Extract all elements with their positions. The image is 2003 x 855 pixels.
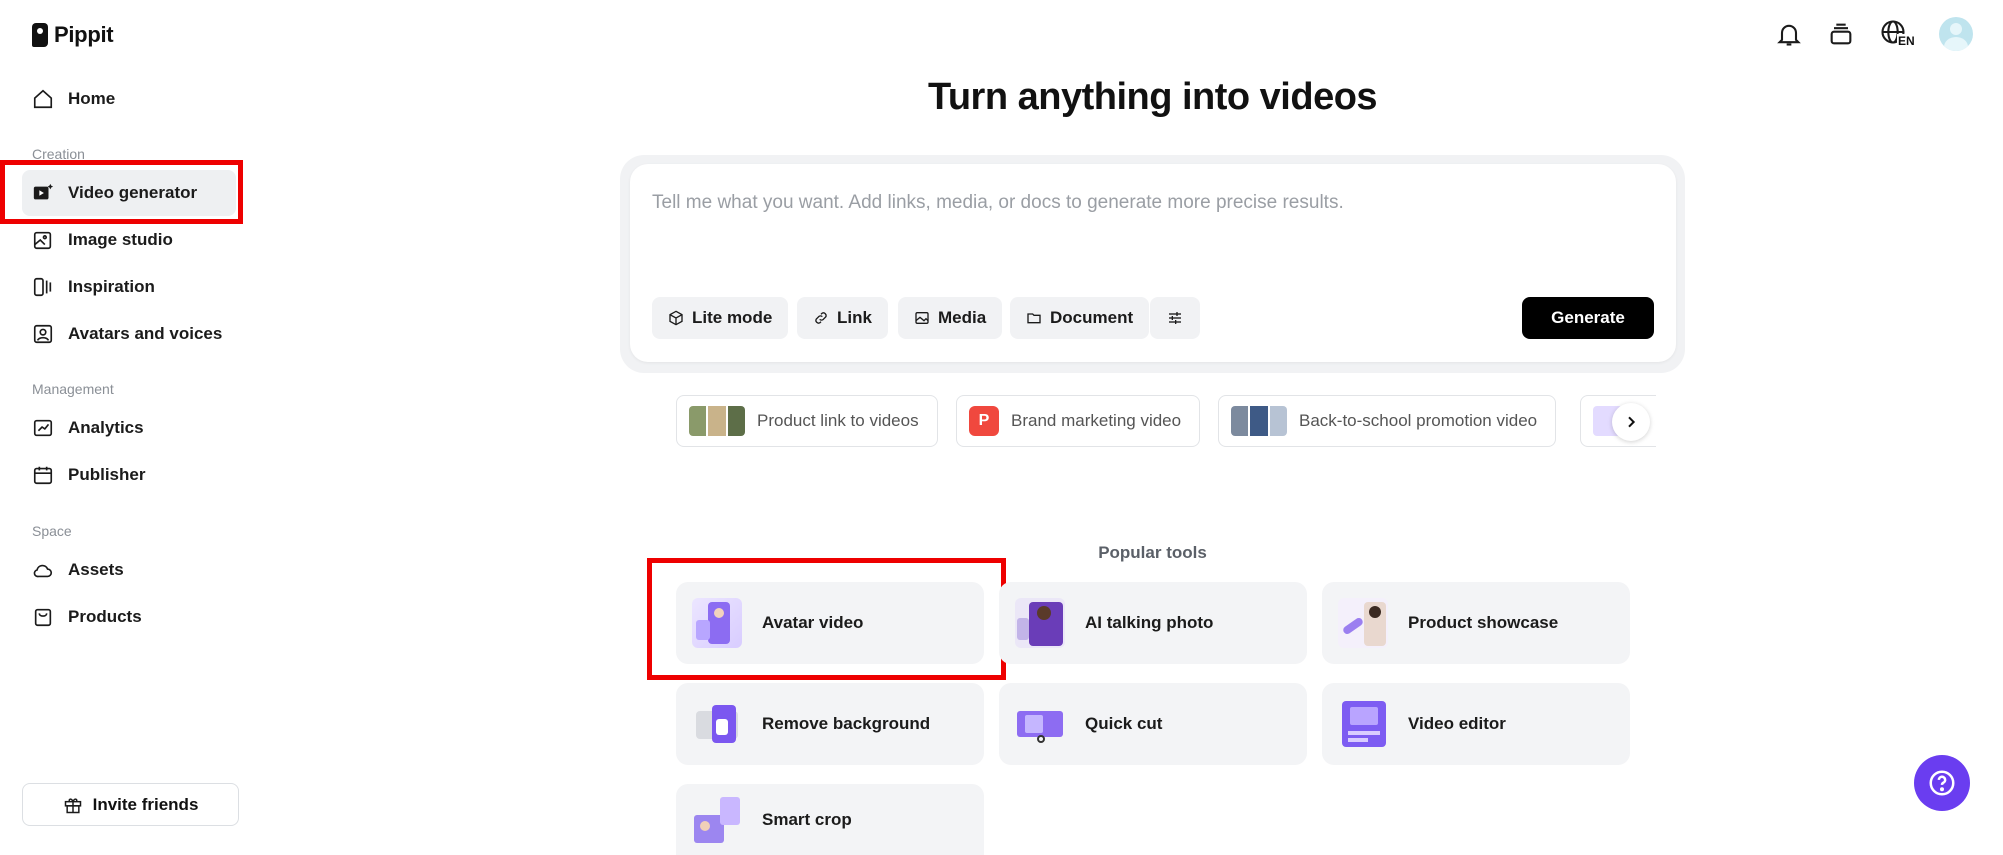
prompt-input[interactable] <box>652 192 1652 214</box>
tool-avatar-video[interactable]: Avatar video <box>676 582 984 664</box>
tool-label: AI talking photo <box>1085 613 1214 632</box>
sidebar-item-assets[interactable]: Assets <box>22 547 236 593</box>
lite-mode-button[interactable]: Lite mode <box>652 297 789 339</box>
app-name: Pippit <box>54 22 114 47</box>
language-selector[interactable]: EN <box>1879 18 1916 50</box>
tool-product-showcase[interactable]: Product showcase <box>1322 582 1630 664</box>
suggestion-row: Product link to videos P Brand marketing… <box>676 395 1656 449</box>
language-code: EN <box>1897 34 1916 48</box>
tool-video-editor[interactable]: Video editor <box>1322 683 1630 765</box>
quick-cut-icon <box>1015 699 1065 749</box>
home-icon <box>33 89 53 109</box>
sidebar-item-inspiration[interactable]: Inspiration <box>22 264 236 310</box>
image-studio-icon <box>33 231 52 250</box>
sidebar-item-label: Products <box>68 607 142 626</box>
tool-quick-cut[interactable]: Quick cut <box>999 683 1307 765</box>
invite-friends-button[interactable]: Invite friends <box>22 783 239 826</box>
folder-icon <box>1027 313 1041 324</box>
link-button[interactable]: Link <box>797 297 888 339</box>
avatar-video-icon <box>692 598 742 648</box>
sliders-icon <box>1169 312 1181 324</box>
sidebar-item-label: Publisher <box>68 465 146 484</box>
tool-smart-crop[interactable]: Smart crop <box>676 784 984 855</box>
help-question-icon <box>1929 770 1955 796</box>
sidebar-item-label: Assets <box>68 560 124 579</box>
link-icon <box>815 312 827 324</box>
settings-sliders-button[interactable] <box>1150 297 1200 339</box>
sidebar-item-label: Analytics <box>68 418 144 437</box>
brand-p-icon: P <box>969 406 999 436</box>
section-label-management: Management <box>32 381 114 397</box>
tool-label: Video editor <box>1408 714 1506 733</box>
remove-background-icon <box>692 699 742 749</box>
sidebar-item-avatars-and-voices[interactable]: Avatars and voices <box>22 311 236 357</box>
tool-label: Product showcase <box>1408 613 1559 632</box>
sidebar-item-label: Inspiration <box>68 277 155 296</box>
suggestion-label: Back-to-school promotion video <box>1299 411 1538 430</box>
analytics-icon <box>33 419 53 437</box>
tool-remove-background[interactable]: Remove background <box>676 683 984 765</box>
sidebar-item-analytics[interactable]: Analytics <box>22 405 236 451</box>
chevron-right-icon <box>1628 416 1636 428</box>
calendar-icon <box>33 466 53 485</box>
tool-label: Smart crop <box>762 809 852 829</box>
tool-label: Remove background <box>762 714 931 733</box>
section-label-space: Space <box>32 523 72 539</box>
suggestion-label: Brand marketing video <box>1011 411 1182 430</box>
students-thumbnail-icon <box>1231 406 1287 436</box>
suggestion-brand-marketing[interactable]: P Brand marketing video <box>956 395 1201 447</box>
cloud-icon <box>33 564 53 578</box>
tool-ai-talking-photo[interactable]: AI talking photo <box>999 582 1307 664</box>
topbar: EN <box>1775 17 1973 51</box>
pippit-logo-icon <box>32 23 48 47</box>
invite-friends-label: Invite friends <box>92 794 199 814</box>
product-bag-icon <box>34 608 52 627</box>
user-avatar[interactable] <box>1939 17 1973 51</box>
chip-label: Link <box>837 308 872 327</box>
sidebar-item-publisher[interactable]: Publisher <box>22 452 236 498</box>
highlight-video-generator <box>0 160 243 224</box>
talking-photo-icon <box>1015 598 1065 648</box>
generate-button[interactable]: Generate <box>1522 297 1654 339</box>
notification-bell-icon[interactable] <box>1775 20 1803 48</box>
product-thumbnail-icon <box>689 406 745 436</box>
video-editor-icon <box>1338 699 1388 749</box>
chip-label: Document <box>1050 308 1134 327</box>
inspiration-icon <box>33 277 52 297</box>
page-title: Turn anything into videos <box>927 76 1378 118</box>
chip-label: Media <box>938 308 987 327</box>
sidebar: Pippit Home Creation Video generator Ima… <box>0 0 250 855</box>
sidebar-item-products[interactable]: Products <box>22 594 236 640</box>
suggestion-next-button[interactable] <box>1612 403 1650 441</box>
image-icon <box>915 312 929 324</box>
suggestion-product-link[interactable]: Product link to videos <box>676 395 938 447</box>
suggestion-label: Product link to videos <box>757 411 919 430</box>
product-showcase-icon <box>1338 598 1388 648</box>
smart-crop-icon <box>692 795 742 845</box>
avatar-icon <box>33 324 53 344</box>
chip-label: Lite mode <box>692 308 773 327</box>
popular-tools-label: Popular tools <box>1098 543 1207 562</box>
document-button[interactable]: Document <box>1010 297 1150 339</box>
subscription-stack-icon[interactable] <box>1827 20 1855 48</box>
sidebar-item-label: Image studio <box>68 230 173 249</box>
sidebar-item-label: Home <box>68 89 116 108</box>
sidebar-item-home[interactable]: Home <box>22 76 236 122</box>
app-logo[interactable]: Pippit <box>32 22 114 48</box>
gift-icon <box>64 797 81 813</box>
media-button[interactable]: Media <box>898 297 1003 339</box>
prompt-box: Lite mode Link Media Document Generate <box>630 164 1676 362</box>
tool-label: Avatar video <box>762 613 864 632</box>
help-button[interactable] <box>1914 755 1970 811</box>
cube-icon <box>669 310 683 326</box>
sidebar-item-label: Avatars and voices <box>68 324 223 343</box>
tool-label: Quick cut <box>1085 714 1163 733</box>
suggestion-back-to-school[interactable]: Back-to-school promotion video <box>1218 395 1557 447</box>
